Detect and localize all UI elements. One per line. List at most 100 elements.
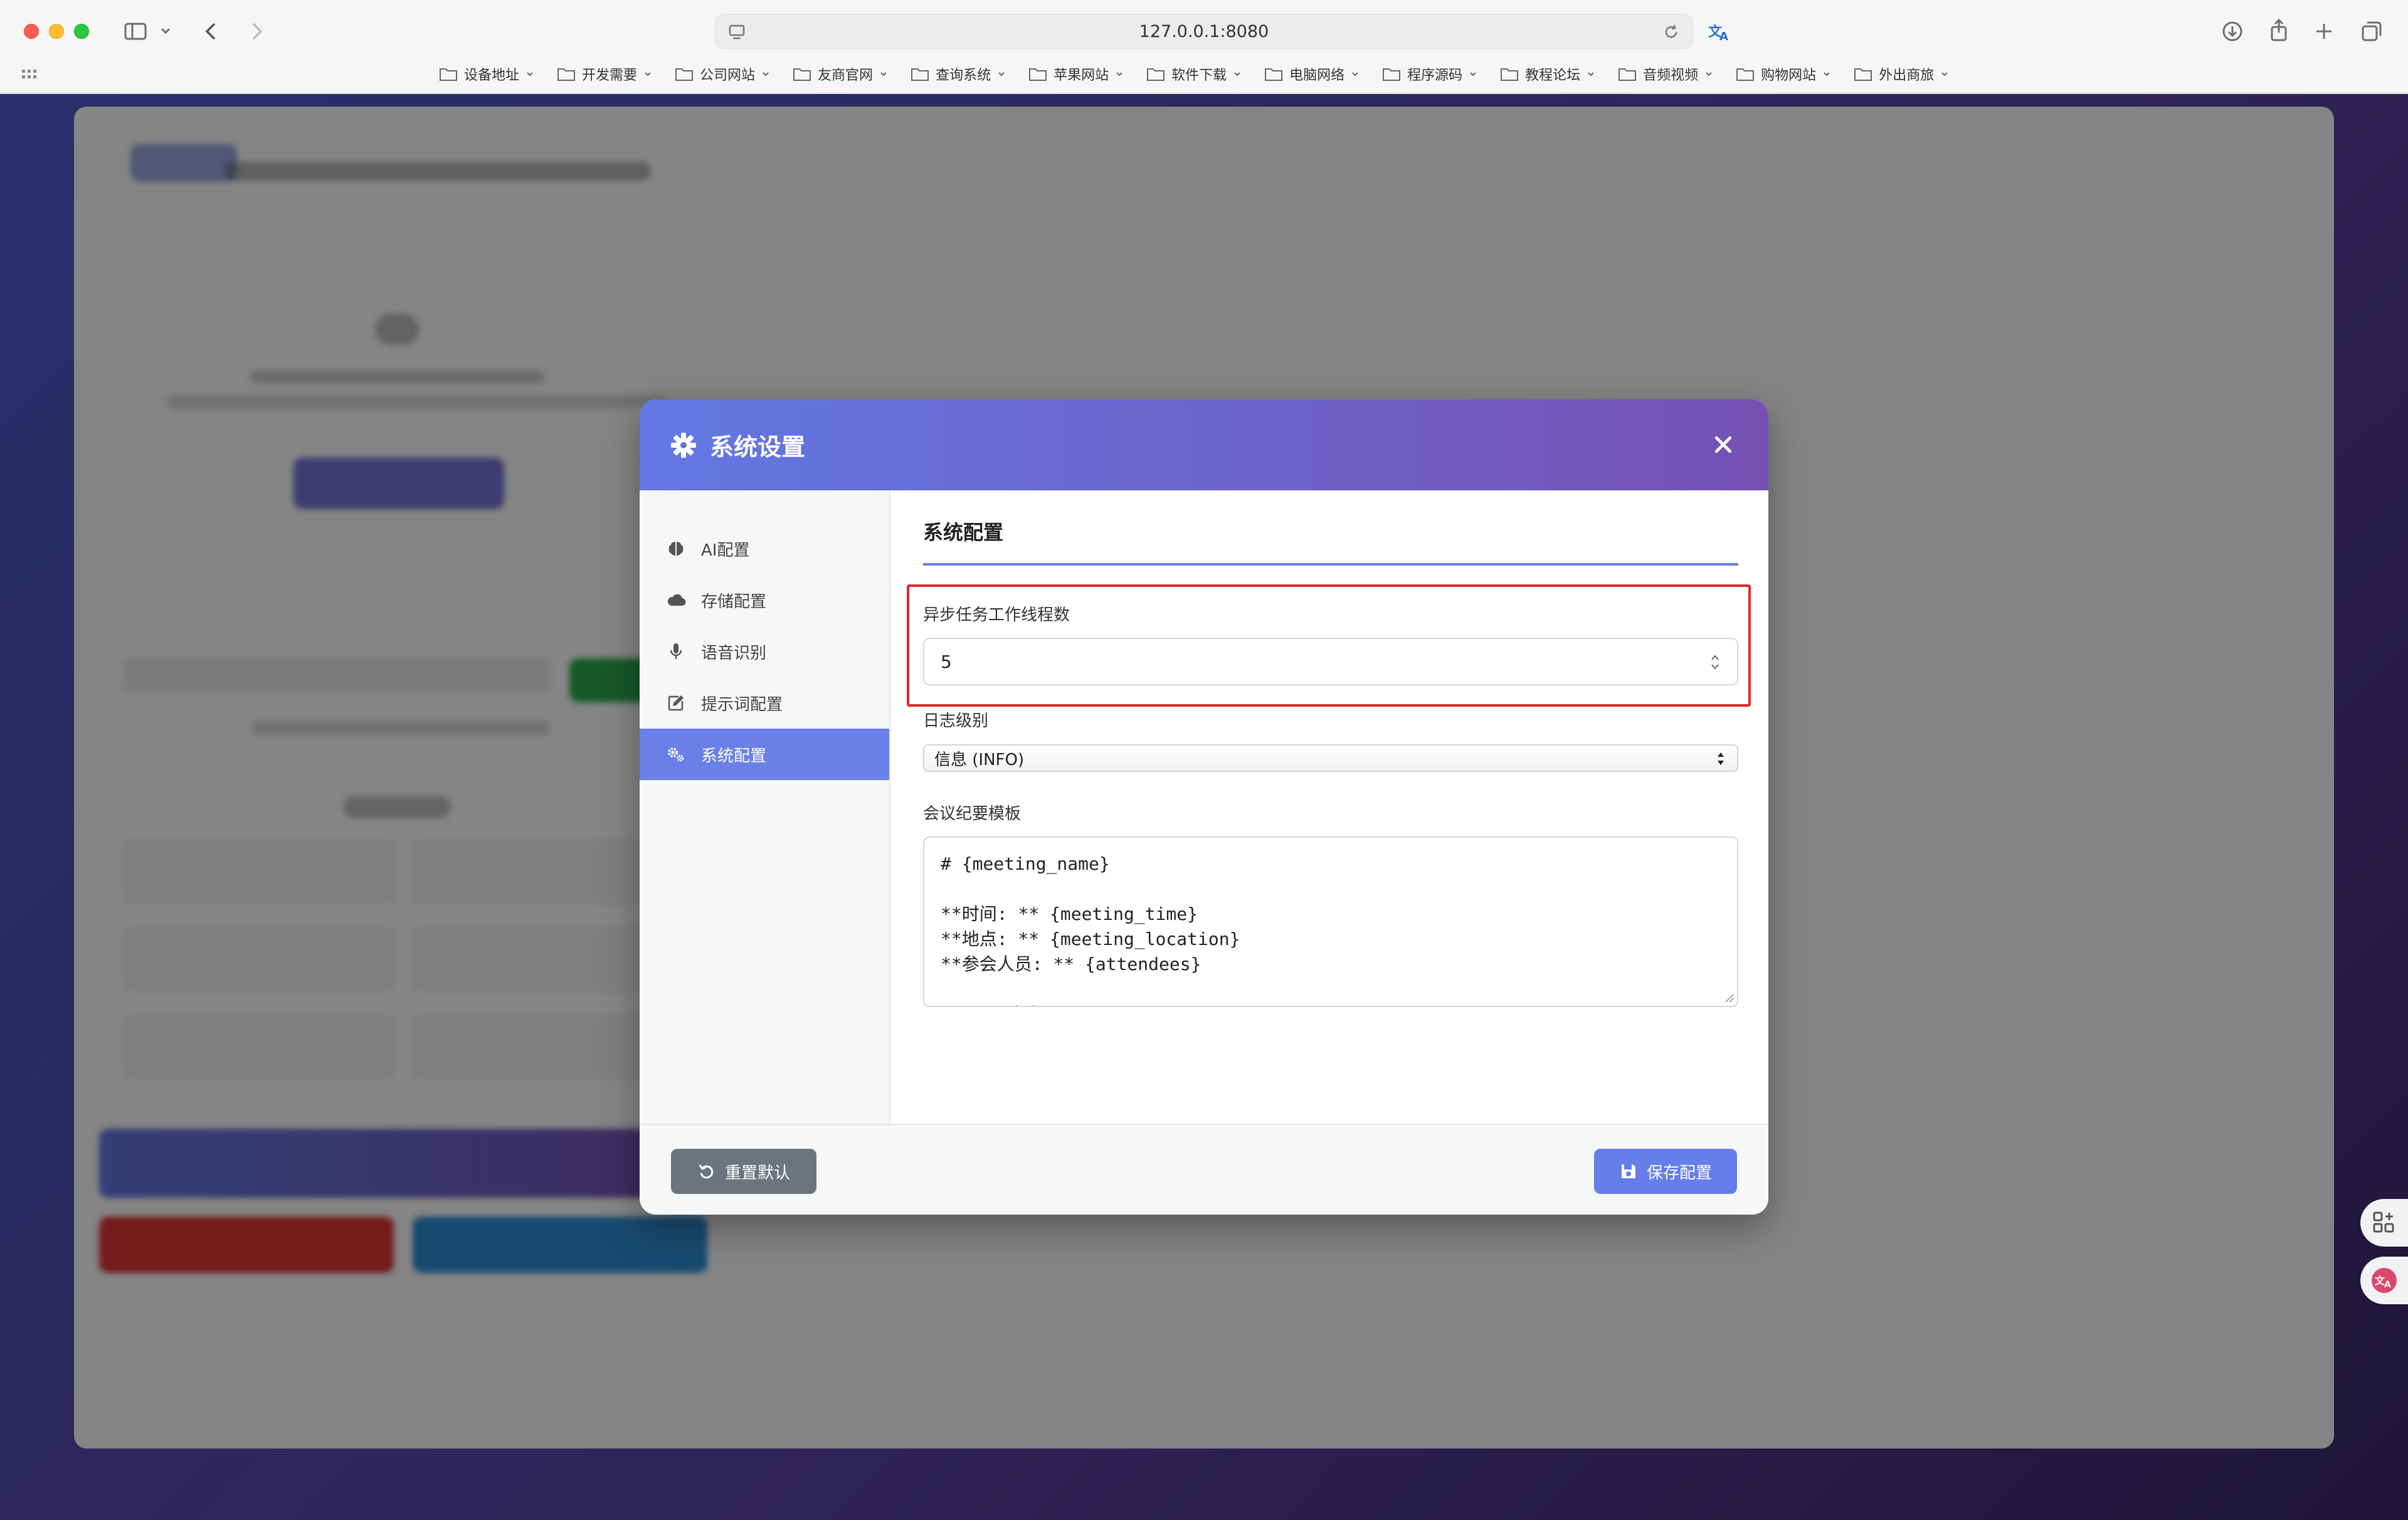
chevron-down-icon[interactable]	[158, 19, 173, 44]
bookmark-label: 程序源码	[1407, 68, 1463, 83]
translate-icon[interactable]: 文A	[1707, 19, 1732, 44]
modal-title: 系统设置	[710, 433, 806, 461]
bookmark-label: 购物网站	[1761, 68, 1817, 83]
section-title: 系统配置	[923, 517, 1738, 566]
bookmark-label: 友商官网	[818, 68, 874, 83]
address-bar[interactable]: 127.0.0.1:8080	[715, 14, 1693, 49]
template-line: ## 会议内容	[941, 1002, 1721, 1006]
resize-grip-icon[interactable]	[1723, 992, 1735, 1003]
close-icon	[1714, 436, 1732, 453]
sidebar-item-system[interactable]: 系统配置	[640, 729, 889, 780]
folder-icon	[1501, 68, 1519, 81]
bookmark-label: 教程论坛	[1525, 68, 1581, 83]
folder-icon	[911, 68, 929, 81]
template-label: 会议纪要模板	[923, 805, 1022, 823]
chevron-down-icon	[645, 72, 651, 77]
bookmark-folder[interactable]: 程序源码	[1382, 64, 1477, 84]
sidebar-item-ai[interactable]: AI配置	[640, 523, 889, 574]
settings-content: 系统配置 异步任务工作线程数 5 日志级别 信息 (INFO) 会议纪要模板 #…	[890, 490, 1768, 1124]
sidebar-item-label: 提示词配置	[701, 695, 783, 714]
svg-text:A: A	[2384, 1280, 2391, 1290]
folder-icon	[1736, 68, 1755, 81]
sidebar-toggle-icon[interactable]	[123, 19, 148, 44]
window-controls	[24, 24, 89, 39]
bookmark-folder[interactable]: 开发需要	[557, 64, 652, 84]
number-stepper-icon[interactable]	[1709, 652, 1721, 673]
chevron-down-icon	[1941, 72, 1948, 77]
worker-threads-input[interactable]: 5	[923, 638, 1738, 685]
folder-icon	[557, 68, 576, 81]
chevron-down-icon	[1234, 72, 1240, 77]
folder-icon	[1029, 68, 1047, 81]
reset-defaults-label: 重置默认	[724, 1163, 790, 1183]
minimize-window-button[interactable]	[49, 24, 64, 39]
cloud-icon	[667, 594, 686, 606]
browser-toolbar: 127.0.0.1:8080 文A 设备地址 开发需要 公司网站 友商官网 查询系统 苹果…	[0, 0, 2408, 94]
close-modal-button[interactable]	[1709, 431, 1737, 458]
save-config-button[interactable]: 保存配置	[1594, 1149, 1737, 1194]
bookmark-folder[interactable]: 查询系统	[911, 64, 1006, 84]
folder-icon	[1147, 68, 1165, 81]
modal-header: 系统设置	[640, 399, 1768, 490]
bookmark-folder[interactable]: 教程论坛	[1500, 64, 1595, 84]
worker-threads-label: 异步任务工作线程数	[923, 606, 1070, 625]
translate-icon: 文A	[2372, 1268, 2397, 1293]
save-icon	[1621, 1164, 1635, 1178]
chevron-down-icon	[1116, 72, 1122, 77]
bookmark-label: 音频视频	[1643, 68, 1699, 83]
bookmark-folder[interactable]: 苹果网站	[1028, 64, 1124, 84]
download-icon[interactable]	[2220, 19, 2245, 44]
bookmark-folder[interactable]: 购物网站	[1736, 64, 1831, 84]
worker-threads-value[interactable]: 5	[941, 652, 952, 672]
bookmark-folder[interactable]: 软件下载	[1146, 64, 1242, 84]
edit-icon	[668, 695, 684, 711]
bookmark-folder[interactable]: 公司网站	[675, 64, 770, 84]
sidebar-item-storage[interactable]: 存储配置	[640, 574, 889, 626]
sidebar-item-label: AI配置	[701, 541, 750, 560]
close-window-button[interactable]	[24, 24, 39, 39]
share-icon[interactable]	[2266, 18, 2291, 43]
new-tab-icon[interactable]	[2311, 19, 2337, 44]
template-line	[941, 877, 1721, 902]
bookmark-folder[interactable]: 电脑网络	[1264, 64, 1360, 84]
sidebar-item-label: 系统配置	[701, 746, 767, 766]
folder-icon	[675, 68, 694, 81]
folder-icon	[1619, 68, 1637, 81]
settings-modal: 系统设置 AI配置 存储配置 语音识别 提示词配置 系统配置 系统配置 异步任务…	[640, 399, 1768, 1215]
sidebar-item-speech[interactable]: 语音识别	[640, 626, 889, 677]
folder-icon	[1265, 68, 1283, 81]
log-level-value[interactable]: 信息 (INFO)	[934, 747, 1024, 770]
bookmark-folder[interactable]: 外出商旅	[1854, 64, 1949, 84]
template-line: **地点: ** {meeting_location}	[941, 929, 1240, 949]
bookmark-label: 设备地址	[464, 68, 520, 83]
quick-tools-widget[interactable]	[2360, 1199, 2408, 1247]
bookmark-folder[interactable]: 设备地址	[439, 64, 534, 84]
chevron-down-icon	[1470, 72, 1476, 77]
grid-plus-icon	[2373, 1211, 2394, 1233]
bookmark-folder[interactable]: 友商官网	[793, 64, 888, 84]
zoom-window-button[interactable]	[74, 24, 89, 39]
reset-defaults-button[interactable]: 重置默认	[671, 1149, 816, 1194]
template-textarea[interactable]: # {meeting_name} **时间: ** {meeting_time}…	[923, 837, 1738, 1007]
bookmark-label: 查询系统	[936, 68, 991, 83]
tab-overview-icon[interactable]	[2359, 19, 2384, 44]
cogs-icon	[668, 747, 684, 762]
chevron-down-icon	[527, 72, 533, 77]
template-line: **参会人员: ** {attendees}	[941, 954, 1201, 974]
bookmark-label: 苹果网站	[1054, 68, 1109, 83]
bookmark-label: 电脑网络	[1289, 68, 1345, 83]
reload-icon[interactable]	[1661, 22, 1681, 42]
back-icon[interactable]	[199, 19, 224, 44]
forward-icon[interactable]	[243, 19, 268, 44]
log-level-select[interactable]: 信息 (INFO)	[923, 744, 1738, 772]
settings-sidebar: AI配置 存储配置 语音识别 提示词配置 系统配置	[640, 490, 890, 1124]
folder-icon	[1854, 68, 1872, 81]
folder-icon	[793, 68, 811, 81]
bookmark-label: 软件下载	[1171, 68, 1227, 83]
apps-grid-icon[interactable]	[21, 66, 38, 83]
brain-icon	[668, 542, 684, 556]
translate-widget[interactable]: 文A	[2360, 1257, 2408, 1304]
bookmark-folder[interactable]: 音频视频	[1618, 64, 1713, 84]
url-text[interactable]: 127.0.0.1:8080	[1139, 22, 1269, 41]
sidebar-item-prompts[interactable]: 提示词配置	[640, 677, 889, 729]
